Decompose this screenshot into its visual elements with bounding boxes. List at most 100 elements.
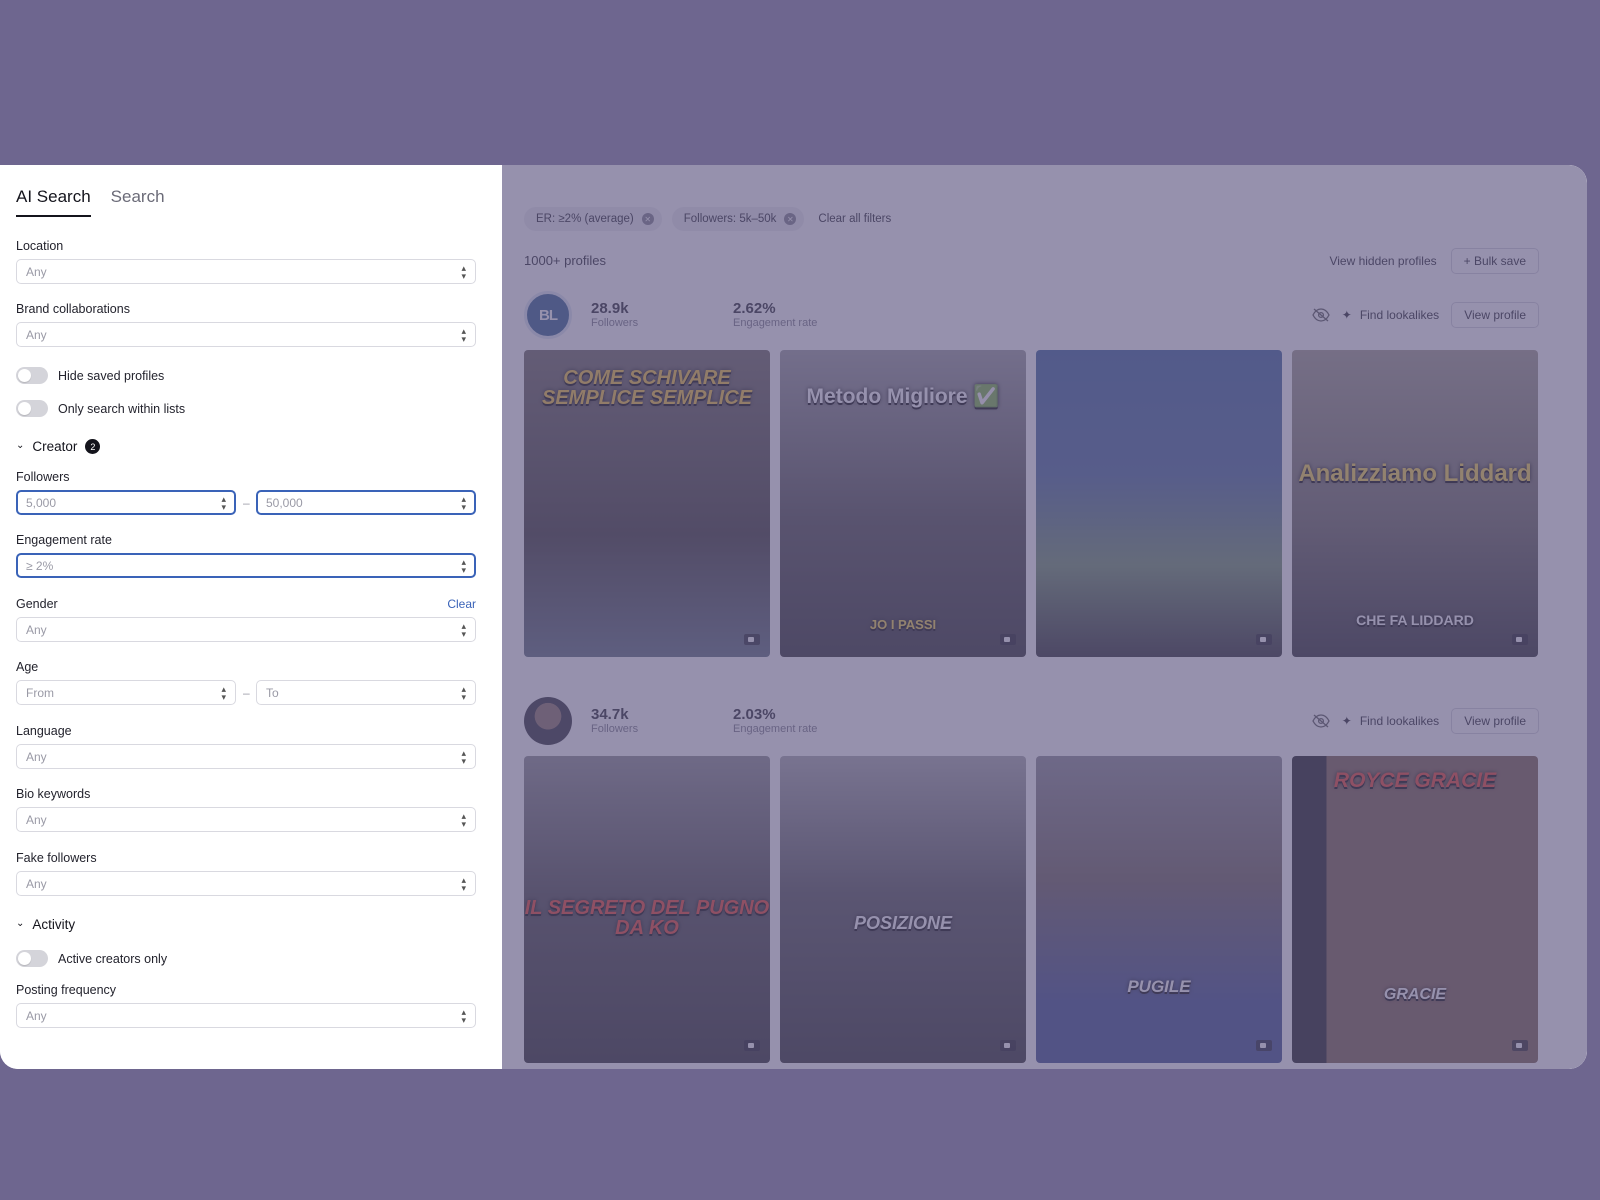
active-only-toggle[interactable]	[16, 950, 48, 967]
language-select[interactable]: Any ▴ ▾	[16, 744, 476, 769]
close-icon[interactable]: ✕	[784, 213, 797, 225]
post-caption: Metodo Migliore ✅	[806, 385, 1000, 408]
followers-max-input[interactable]: 50,000 ▴ ▾	[256, 490, 476, 515]
engagement-stat: 2.03% Engagement rate	[733, 706, 853, 736]
post-thumbnail[interactable]: ROYCE GRACIE GRACIE	[1292, 756, 1538, 1063]
hide-profile-icon[interactable]	[1312, 714, 1330, 728]
updown-icon: ▴ ▾	[461, 493, 466, 512]
results-count: 1000+ profiles	[524, 253, 607, 268]
video-icon	[1256, 634, 1272, 645]
post-caption: PUGILE	[1127, 977, 1191, 996]
fake-followers-filter: Fake followers Any ▴ ▾	[16, 851, 476, 896]
age-filter: Age From ▴ ▾ – To ▴ ▾	[16, 660, 476, 705]
gender-filter: Gender Clear Any ▴ ▾	[16, 597, 476, 642]
bio-keywords-filter: Bio keywords Any ▴ ▾	[16, 787, 476, 832]
engagement-value: 2.03%	[733, 706, 776, 723]
close-icon[interactable]: ✕	[641, 213, 654, 225]
engagement-select[interactable]: ≥ 2% ▴ ▾	[16, 553, 476, 578]
hide-profile-icon[interactable]	[1312, 308, 1330, 322]
brand-collab-select[interactable]: Any ▴ ▾	[16, 322, 476, 347]
post-thumbnail[interactable]	[1036, 350, 1282, 657]
video-icon	[1512, 1040, 1528, 1051]
app-window: AI Search Search Location Any ▴ ▾ Brand c…	[0, 165, 1587, 1069]
post-thumbnail[interactable]: Metodo Migliore ✅ JO I PASSI	[780, 350, 1026, 657]
tab-ai-search[interactable]: AI Search	[16, 187, 91, 217]
followers-label: Followers	[16, 470, 70, 484]
bio-keywords-select[interactable]: Any ▴ ▾	[16, 807, 476, 832]
only-lists-label: Only search within lists	[58, 401, 186, 416]
posting-frequency-value: Any	[26, 1008, 47, 1023]
tab-search[interactable]: Search	[111, 187, 165, 217]
age-from-select[interactable]: From ▴ ▾	[16, 680, 236, 705]
hide-saved-toggle[interactable]	[16, 367, 48, 384]
followers-min-input[interactable]: 5,000 ▴ ▾	[16, 490, 236, 515]
view-hidden-profiles-link[interactable]: View hidden profiles	[1329, 254, 1436, 268]
post-thumbnail[interactable]: PUGILE	[1036, 756, 1282, 1063]
followers-stat: 28.9k Followers	[591, 300, 711, 330]
video-icon	[1256, 1040, 1272, 1051]
post-caption: POSIZIONE	[853, 913, 952, 933]
search-tabs: AI Search Search	[16, 187, 476, 217]
followers-label: Followers	[591, 723, 639, 735]
creator-section-toggle[interactable]: ⌄ Creator 2	[16, 439, 476, 454]
updown-icon: ▴ ▾	[461, 810, 466, 829]
filter-chip-er[interactable]: ER: ≥2% (average) ✕	[524, 207, 662, 231]
chevron-down-icon: ⌄	[16, 918, 25, 929]
brand-collab-filter: Brand collaborations Any ▴ ▾	[16, 302, 476, 347]
only-lists-toggle[interactable]	[16, 400, 48, 417]
followers-label: Followers	[591, 317, 639, 329]
sparkle-icon: ✦	[1341, 714, 1352, 728]
post-thumbnail[interactable]: Analizziamo Liddard CHE FA LIDDARD	[1292, 350, 1538, 657]
results-actions: View hidden profiles + Bulk save	[1329, 248, 1539, 274]
bulk-save-button[interactable]: + Bulk save	[1450, 248, 1539, 274]
video-icon	[744, 634, 760, 645]
clear-all-filters-link[interactable]: Clear all filters	[818, 213, 891, 225]
sparkle-icon: ✦	[1341, 308, 1352, 322]
fake-followers-select[interactable]: Any ▴ ▾	[16, 871, 476, 896]
age-to-value: To	[266, 685, 279, 700]
location-value: Any	[26, 264, 47, 279]
brand-collab-label: Brand collaborations	[16, 302, 130, 316]
engagement-label: Engagement rate	[733, 317, 818, 329]
profile-card: 34.7k Followers 2.03% Engagement rate ✦ F…	[524, 696, 1539, 1063]
updown-icon: ▴ ▾	[461, 556, 466, 575]
filter-chip-followers[interactable]: Followers: 5k–50k ✕	[671, 207, 805, 231]
chevron-down-icon: ⌄	[16, 440, 25, 451]
view-profile-button[interactable]: View profile	[1451, 302, 1539, 328]
avatar[interactable]: BL	[524, 291, 572, 339]
updown-icon: ▴ ▾	[461, 620, 466, 639]
filter-sidebar: AI Search Search Location Any ▴ ▾ Brand c…	[0, 165, 502, 1069]
range-dash: –	[243, 495, 250, 510]
engagement-value: ≥ 2%	[26, 558, 54, 573]
post-subcaption: GRACIE	[1383, 986, 1447, 1003]
hide-saved-row: Hide saved profiles	[16, 367, 476, 384]
avatar[interactable]	[524, 697, 572, 745]
bio-keywords-label: Bio keywords	[16, 787, 91, 801]
only-lists-row: Only search within lists	[16, 400, 476, 417]
find-lookalikes-label: Find lookalikes	[1359, 308, 1440, 322]
activity-section-label: Activity	[32, 917, 76, 932]
location-select[interactable]: Any ▴ ▾	[16, 259, 476, 284]
chip-label: ER: ≥2% (average)	[536, 213, 634, 225]
post-thumbnail[interactable]: IL SEGRETO DEL PUGNO DA KO	[524, 756, 770, 1063]
gender-select[interactable]: Any ▴ ▾	[16, 617, 476, 642]
find-lookalikes-button[interactable]: ✦ Find lookalikes	[1342, 714, 1439, 728]
profile-card: BL 28.9k Followers 2.62% Engagement rate…	[524, 290, 1539, 657]
creator-section-label: Creator	[32, 439, 78, 454]
posting-frequency-label: Posting frequency	[16, 983, 117, 997]
post-thumbnail[interactable]: COME SCHIVARE SEMPLICE SEMPLICE	[524, 350, 770, 657]
view-profile-button[interactable]: View profile	[1451, 708, 1539, 734]
active-only-row: Active creators only	[16, 950, 476, 967]
post-thumbnail[interactable]: POSIZIONE	[780, 756, 1026, 1063]
gender-clear-link[interactable]: Clear	[447, 597, 476, 611]
post-thumbnails: IL SEGRETO DEL PUGNO DA KO POSIZIONE PUG…	[524, 756, 1539, 1063]
posting-frequency-select[interactable]: Any ▴ ▾	[16, 1003, 476, 1028]
results-panel: ER: ≥2% (average) ✕ Followers: 5k–50k ✕ …	[502, 165, 1587, 1069]
activity-section-toggle[interactable]: ⌄ Activity	[16, 917, 476, 932]
find-lookalikes-label: Find lookalikes	[1359, 714, 1440, 728]
engagement-filter: Engagement rate ≥ 2% ▴ ▾	[16, 533, 476, 578]
post-caption: ROYCE GRACIE	[1333, 769, 1497, 792]
age-to-select[interactable]: To ▴ ▾	[256, 680, 476, 705]
find-lookalikes-button[interactable]: ✦ Find lookalikes	[1342, 308, 1439, 322]
updown-icon: ▴ ▾	[461, 1006, 466, 1025]
